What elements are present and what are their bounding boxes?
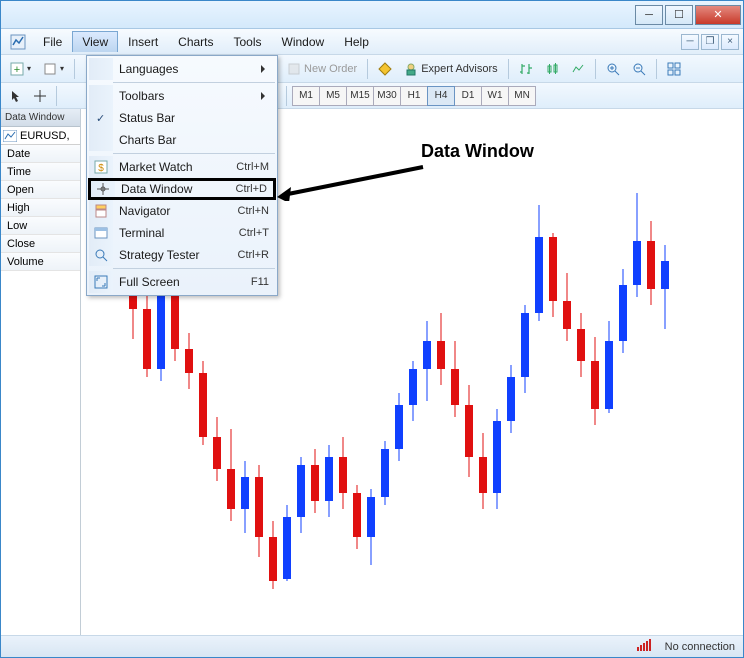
profiles-button[interactable]: ▾ — [38, 58, 69, 80]
menu-languages[interactable]: Languages — [89, 58, 275, 80]
svg-text:$: $ — [98, 163, 104, 174]
candle — [577, 109, 585, 609]
navigator-icon — [89, 200, 113, 222]
symbol-label: EURUSD, — [20, 130, 70, 142]
connection-icon — [637, 639, 657, 654]
line-chart-button[interactable] — [566, 58, 590, 80]
candle — [563, 109, 571, 609]
view-dropdown: Languages Toolbars Status Bar Charts Bar… — [86, 55, 278, 296]
data-row-volume: Volume — [1, 253, 80, 271]
data-window-panel: Data Window EURUSD, DateTimeOpenHighLowC… — [1, 109, 81, 635]
candle — [647, 109, 655, 609]
timeframe-h1[interactable]: H1 — [400, 86, 428, 106]
menu-navigator[interactable]: NavigatorCtrl+N — [89, 200, 275, 222]
close-button[interactable]: ✕ — [695, 5, 741, 25]
mdi-close-button[interactable]: × — [721, 34, 739, 50]
callout-label: Data Window — [421, 141, 534, 162]
menu-status-bar[interactable]: Status Bar — [89, 107, 275, 129]
minimize-icon: ─ — [645, 9, 653, 21]
panel-tab[interactable]: Data Window — [1, 109, 80, 127]
terminal-icon — [89, 222, 113, 244]
candle — [633, 109, 641, 609]
new-order-button[interactable]: New Order — [282, 58, 362, 80]
menu-toolbars[interactable]: Toolbars — [89, 85, 275, 107]
menu-market-watch[interactable]: $Market WatchCtrl+M — [89, 156, 275, 178]
symbol-row: EURUSD, — [1, 127, 80, 145]
meta-icon[interactable] — [373, 58, 397, 80]
crosshair-button[interactable] — [29, 85, 51, 107]
menu-help[interactable]: Help — [334, 31, 379, 53]
candle — [549, 109, 557, 609]
menu-full-screen[interactable]: Full ScreenF11 — [89, 271, 275, 293]
candle — [451, 109, 459, 609]
data-row-time: Time — [1, 163, 80, 181]
candle — [605, 109, 613, 609]
candle — [619, 109, 627, 609]
statusbar: No connection — [1, 635, 743, 657]
candle — [521, 109, 529, 609]
callout-arrow — [277, 161, 437, 201]
candle — [465, 109, 473, 609]
candle-chart-button[interactable] — [540, 58, 564, 80]
mdi-restore-button[interactable]: ❐ — [701, 34, 719, 50]
data-row-close: Close — [1, 235, 80, 253]
status-text: No connection — [665, 641, 735, 653]
close-icon: ✕ — [713, 8, 722, 21]
menu-charts[interactable]: Charts — [168, 31, 223, 53]
data-row-open: Open — [1, 181, 80, 199]
data-row-high: High — [1, 199, 80, 217]
mdi-minimize-button[interactable]: ─ — [681, 34, 699, 50]
titlebar: ─ ☐ ✕ — [1, 1, 743, 29]
app-icon — [9, 33, 27, 51]
timeframe-mn[interactable]: MN — [508, 86, 536, 106]
full-screen-icon — [89, 271, 113, 293]
timeframe-m30[interactable]: M30 — [373, 86, 401, 106]
timeframe-d1[interactable]: D1 — [454, 86, 482, 106]
candle — [535, 109, 543, 609]
data-window-icon — [91, 181, 115, 197]
zoom-out-button[interactable] — [627, 58, 651, 80]
data-row-low: Low — [1, 217, 80, 235]
maximize-button[interactable]: ☐ — [665, 5, 693, 25]
menu-tools[interactable]: Tools — [224, 31, 272, 53]
market-watch-icon: $ — [89, 156, 113, 178]
candle — [591, 109, 599, 609]
minimize-button[interactable]: ─ — [635, 5, 663, 25]
candle — [661, 109, 669, 609]
menu-insert[interactable]: Insert — [118, 31, 168, 53]
menu-window[interactable]: Window — [272, 31, 335, 53]
bar-chart-button[interactable] — [514, 58, 538, 80]
menu-file[interactable]: File — [33, 31, 72, 53]
candle — [507, 109, 515, 609]
cursor-button[interactable] — [5, 85, 27, 107]
menu-view[interactable]: View — [72, 31, 118, 52]
data-row-date: Date — [1, 145, 80, 163]
timeframe-m15[interactable]: M15 — [346, 86, 374, 106]
candle — [479, 109, 487, 609]
menu-charts-bar[interactable]: Charts Bar — [89, 129, 275, 151]
timeframe-group: M1M5M15M30H1H4D1W1MN — [292, 86, 535, 106]
timeframe-h4[interactable]: H4 — [427, 86, 455, 106]
tile-button[interactable] — [662, 58, 686, 80]
svg-text:+: + — [14, 64, 20, 76]
candle — [437, 109, 445, 609]
strategy-tester-icon — [89, 244, 113, 266]
expert-advisors-button[interactable]: Expert Advisors — [399, 58, 502, 80]
timeframe-m1[interactable]: M1 — [292, 86, 320, 106]
maximize-icon: ☐ — [674, 8, 684, 21]
chart-icon — [3, 130, 17, 142]
new-chart-button[interactable]: +▾ — [5, 58, 36, 80]
menu-terminal[interactable]: TerminalCtrl+T — [89, 222, 275, 244]
timeframe-m5[interactable]: M5 — [319, 86, 347, 106]
candle — [493, 109, 501, 609]
app-window: ─ ☐ ✕ File View Insert Charts Tools Wind… — [0, 0, 744, 658]
menu-data-window[interactable]: Data WindowCtrl+D — [88, 178, 276, 200]
timeframe-w1[interactable]: W1 — [481, 86, 509, 106]
menu-strategy-tester[interactable]: Strategy TesterCtrl+R — [89, 244, 275, 266]
menubar: File View Insert Charts Tools Window Hel… — [1, 29, 743, 55]
zoom-in-button[interactable] — [601, 58, 625, 80]
